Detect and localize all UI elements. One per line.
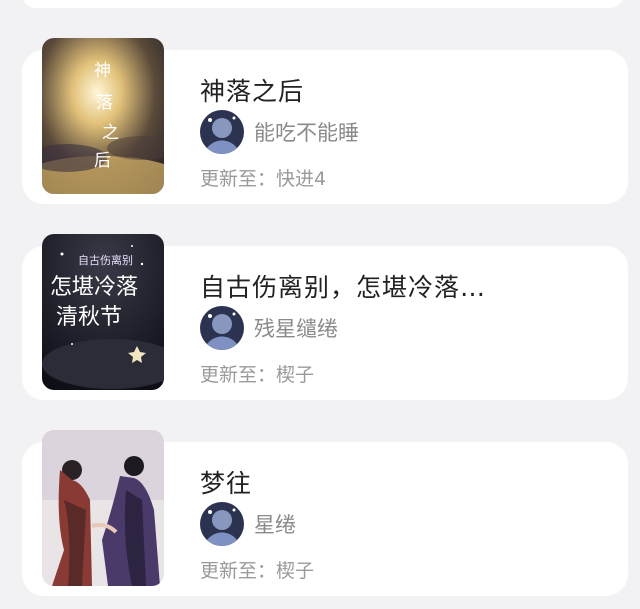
book-cover-image: 神 落 之 后 xyxy=(42,38,164,194)
book-title[interactable]: 梦往 xyxy=(200,464,252,500)
update-prefix: 更新至： xyxy=(200,560,277,582)
cover-main-title-line1: 怎堪冷落 xyxy=(50,275,138,300)
author-row[interactable]: 能吃不能睡 xyxy=(200,110,359,154)
book-card[interactable]: 梦往 星绻 更新至：楔子 xyxy=(22,430,628,596)
author-avatar xyxy=(200,110,244,154)
author-name: 能吃不能睡 xyxy=(254,121,359,145)
book-card[interactable]: 自古伤离别 怎堪冷落 清秋节 自古伤离别，怎堪冷落… 残星缱绻 更新至：楔子 xyxy=(22,234,628,400)
avatar-image xyxy=(200,306,244,350)
cover-small-title: 自古伤离别 xyxy=(78,253,133,267)
update-prefix: 更新至： xyxy=(200,168,277,190)
book-cover[interactable]: 神 落 之 后 xyxy=(42,38,164,194)
update-prefix: 更新至： xyxy=(200,364,277,386)
author-avatar xyxy=(200,306,244,350)
cover-main-title-line2: 清秋节 xyxy=(56,305,122,330)
author-row[interactable]: 星绻 xyxy=(200,502,296,546)
cover-char-3: 之 xyxy=(102,123,119,143)
author-row[interactable]: 残星缱绻 xyxy=(200,306,338,350)
book-title[interactable]: 神落之后 xyxy=(200,72,304,108)
author-avatar xyxy=(200,502,244,546)
update-status: 更新至：楔子 xyxy=(200,556,314,583)
author-name: 残星缱绻 xyxy=(254,317,338,341)
book-cover[interactable]: 自古伤离别 怎堪冷落 清秋节 xyxy=(42,234,164,390)
book-cover-image xyxy=(42,430,164,586)
book-title[interactable]: 自古伤离别，怎堪冷落… xyxy=(200,268,486,304)
update-chapter: 快进4 xyxy=(276,168,327,190)
cover-char-1: 神 xyxy=(94,61,111,81)
previous-card-edge xyxy=(22,0,624,8)
update-chapter: 楔子 xyxy=(276,364,315,386)
update-status: 更新至：快进4 xyxy=(200,164,326,191)
book-cover-image: 自古伤离别 怎堪冷落 清秋节 xyxy=(42,234,164,390)
book-cover[interactable] xyxy=(42,430,164,586)
author-name: 星绻 xyxy=(254,513,296,537)
avatar-image xyxy=(200,502,244,546)
cover-char-4: 后 xyxy=(94,151,111,171)
cover-char-2: 落 xyxy=(96,93,113,113)
avatar-image xyxy=(200,110,244,154)
update-status: 更新至：楔子 xyxy=(200,360,314,387)
book-card[interactable]: 神 落 之 后 神落之后 能吃不能睡 更新至：快进4 xyxy=(22,38,628,204)
update-chapter: 楔子 xyxy=(276,560,315,582)
